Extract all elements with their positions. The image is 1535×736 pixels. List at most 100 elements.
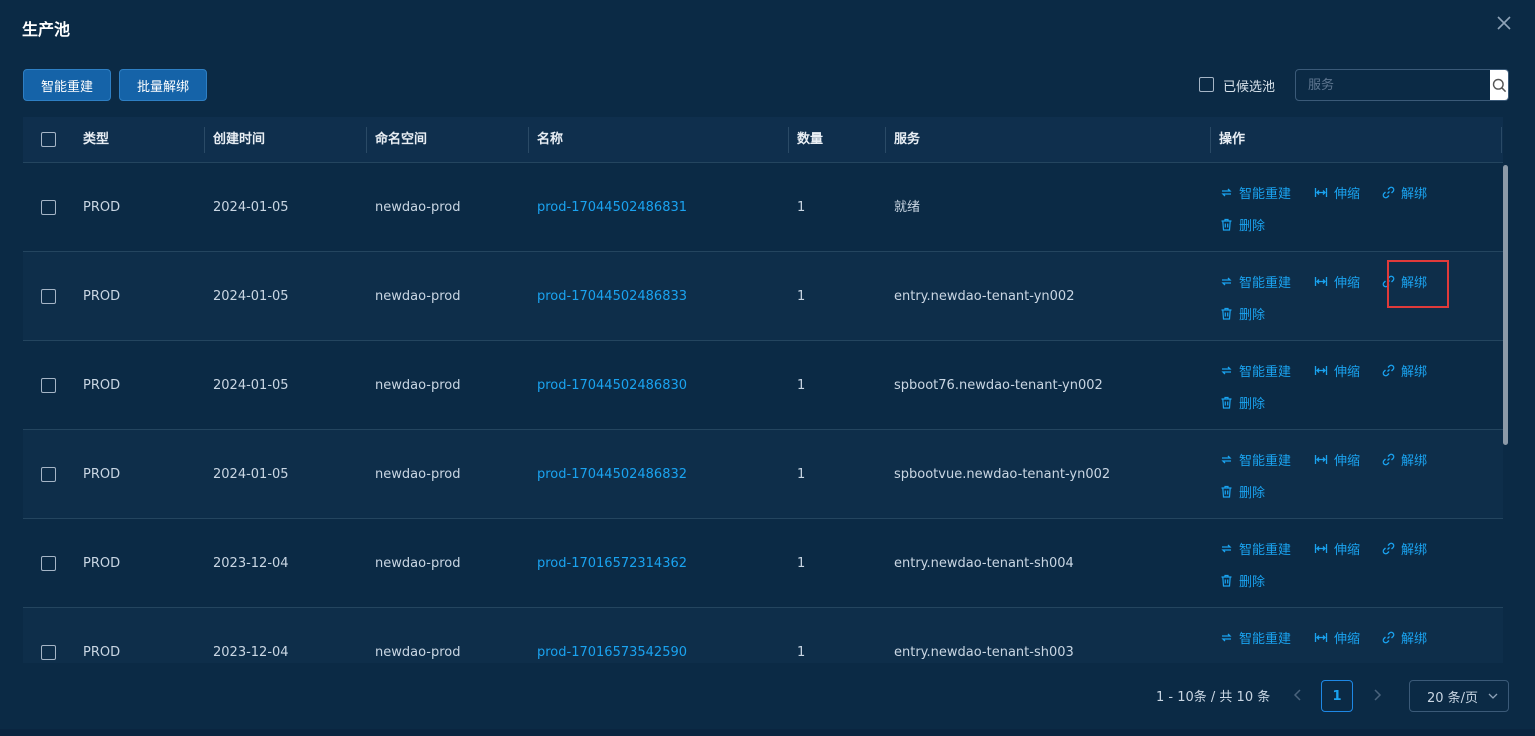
header-ops: 操作 bbox=[1219, 132, 1246, 147]
rebuild-label: 智能重建 bbox=[1239, 187, 1292, 202]
cell-type: PROD bbox=[83, 378, 121, 393]
pagination-total: 1 - 10条 / 共 10 条 bbox=[1156, 690, 1271, 705]
rebuild-label: 智能重建 bbox=[1239, 276, 1292, 291]
rebuild-icon bbox=[1221, 633, 1232, 642]
cell-count: 1 bbox=[797, 289, 806, 304]
row-delete-action[interactable]: 删除 bbox=[1220, 304, 1265, 323]
cell-namespace: newdao-prod bbox=[375, 645, 461, 660]
row-delete-action[interactable]: 删除 bbox=[1220, 571, 1265, 590]
rebuild-icon bbox=[1221, 277, 1232, 286]
batch-unbind-button[interactable]: 批量解绑 bbox=[119, 69, 207, 101]
row-unbind-action[interactable]: 解绑 bbox=[1382, 628, 1427, 647]
cell-namespace: newdao-prod bbox=[375, 289, 461, 304]
cell-service: spboot76.newdao-tenant-yn002 bbox=[894, 378, 1103, 393]
table-scrollbar[interactable] bbox=[1503, 165, 1508, 445]
candidate-pool-label: 已候选池 bbox=[1223, 80, 1276, 95]
cell-namespace: newdao-prod bbox=[375, 467, 461, 482]
scale-label: 伸缩 bbox=[1334, 365, 1361, 380]
row-rebuild-action[interactable]: 智能重建 bbox=[1220, 361, 1291, 380]
smart-rebuild-button[interactable]: 智能重建 bbox=[23, 69, 111, 101]
row-checkbox[interactable] bbox=[41, 378, 56, 393]
row-checkbox[interactable] bbox=[41, 556, 56, 571]
row-scale-action[interactable]: 伸缩 bbox=[1314, 628, 1360, 647]
row-rebuild-action[interactable]: 智能重建 bbox=[1220, 450, 1291, 469]
row-rebuild-action[interactable]: 智能重建 bbox=[1220, 628, 1291, 647]
scale-icon bbox=[1314, 455, 1328, 464]
rebuild-label: 智能重建 bbox=[1239, 543, 1292, 558]
page-size-select[interactable]: 20 条/页 bbox=[1409, 680, 1509, 712]
delete-label: 删除 bbox=[1239, 660, 1265, 663]
page-1-button[interactable]: 1 bbox=[1321, 680, 1353, 712]
unbind-label: 解绑 bbox=[1401, 276, 1428, 291]
row-checkbox[interactable] bbox=[41, 200, 56, 215]
header-name: 名称 bbox=[537, 132, 564, 147]
scale-icon bbox=[1314, 188, 1328, 197]
row-scale-action[interactable]: 伸缩 bbox=[1314, 183, 1360, 202]
row-scale-action[interactable]: 伸缩 bbox=[1314, 450, 1360, 469]
cell-service: spbootvue.newdao-tenant-yn002 bbox=[894, 467, 1111, 482]
unbind-label: 解绑 bbox=[1401, 543, 1428, 558]
search-button[interactable] bbox=[1490, 70, 1508, 100]
delete-label: 删除 bbox=[1239, 575, 1266, 590]
header-divider bbox=[1501, 127, 1502, 153]
row-rebuild-action[interactable]: 智能重建 bbox=[1220, 272, 1291, 291]
delete-label: 删除 bbox=[1239, 397, 1266, 412]
trash-icon bbox=[1221, 218, 1232, 231]
cell-count: 1 bbox=[797, 378, 806, 393]
rebuild-icon bbox=[1221, 366, 1232, 375]
rebuild-icon bbox=[1221, 544, 1232, 553]
row-scale-action[interactable]: 伸缩 bbox=[1314, 272, 1360, 291]
header-created: 创建时间 bbox=[213, 132, 266, 147]
row-delete-action[interactable]: 删除 bbox=[1220, 482, 1265, 501]
row-delete-action[interactable]: 删除 bbox=[1220, 393, 1265, 412]
select-all-checkbox[interactable] bbox=[41, 132, 56, 147]
unbind-label: 解绑 bbox=[1401, 187, 1428, 202]
cell-created: 2024-01-05 bbox=[213, 289, 289, 304]
row-delete-action[interactable]: 删除 bbox=[1220, 660, 1265, 663]
row-checkbox[interactable] bbox=[41, 289, 56, 304]
pool-table: 类型 创建时间 命名空间 名称 数量 服务 操作 PROD 2024-01-05 n… bbox=[23, 117, 1509, 663]
scale-icon bbox=[1314, 544, 1328, 553]
cell-name-link[interactable]: prod-17044502486832 bbox=[537, 430, 687, 519]
scale-label: 伸缩 bbox=[1334, 187, 1361, 202]
row-unbind-action[interactable]: 解绑 bbox=[1382, 183, 1427, 202]
row-scale-action[interactable]: 伸缩 bbox=[1314, 361, 1360, 380]
row-unbind-action[interactable]: 解绑 bbox=[1382, 361, 1427, 380]
scale-label: 伸缩 bbox=[1334, 632, 1361, 647]
cell-service: entry.newdao-tenant-sh003 bbox=[894, 645, 1074, 660]
delete-label: 删除 bbox=[1239, 308, 1266, 323]
row-delete-action[interactable]: 删除 bbox=[1220, 215, 1265, 234]
row-checkbox[interactable] bbox=[41, 645, 56, 660]
cell-type: PROD bbox=[83, 467, 121, 482]
row-unbind-action[interactable]: 解绑 bbox=[1382, 450, 1427, 469]
next-page-icon[interactable] bbox=[1369, 687, 1385, 703]
cell-name-link[interactable]: prod-17016573542590 bbox=[537, 608, 687, 663]
row-rebuild-action[interactable]: 智能重建 bbox=[1220, 183, 1291, 202]
delete-label: 删除 bbox=[1239, 486, 1266, 501]
cell-name-link[interactable]: prod-17016572314362 bbox=[537, 519, 687, 608]
rebuild-label: 智能重建 bbox=[1239, 454, 1292, 469]
trash-icon bbox=[1221, 485, 1232, 498]
table-row: PROD 2023-12-04 newdao-prod prod-1701657354… bbox=[23, 608, 1503, 663]
row-unbind-action[interactable]: 解绑 bbox=[1382, 539, 1427, 558]
row-checkbox[interactable] bbox=[41, 467, 56, 482]
cell-name-link[interactable]: prod-17044502486831 bbox=[537, 163, 687, 252]
link-icon bbox=[1382, 186, 1395, 199]
row-rebuild-action[interactable]: 智能重建 bbox=[1220, 539, 1291, 558]
header-divider bbox=[788, 127, 789, 153]
cell-created: 2023-12-04 bbox=[213, 645, 289, 660]
table-row: PROD 2024-01-05 newdao-prod prod-1704450248… bbox=[23, 252, 1503, 341]
link-icon bbox=[1382, 364, 1395, 377]
service-search-input[interactable] bbox=[1296, 70, 1490, 100]
prev-page-icon[interactable] bbox=[1290, 687, 1306, 703]
cell-name-link[interactable]: prod-17044502486830 bbox=[537, 341, 687, 430]
cell-name-link[interactable]: prod-17044502486833 bbox=[537, 252, 687, 341]
scale-label: 伸缩 bbox=[1334, 543, 1361, 558]
row-unbind-action[interactable]: 解绑 bbox=[1382, 272, 1427, 291]
row-scale-action[interactable]: 伸缩 bbox=[1314, 539, 1360, 558]
close-icon[interactable] bbox=[1495, 14, 1513, 32]
delete-label: 删除 bbox=[1239, 219, 1266, 234]
rebuild-label: 智能重建 bbox=[1239, 632, 1292, 647]
candidate-pool-checkbox[interactable] bbox=[1199, 77, 1214, 92]
scale-label: 伸缩 bbox=[1334, 276, 1361, 291]
